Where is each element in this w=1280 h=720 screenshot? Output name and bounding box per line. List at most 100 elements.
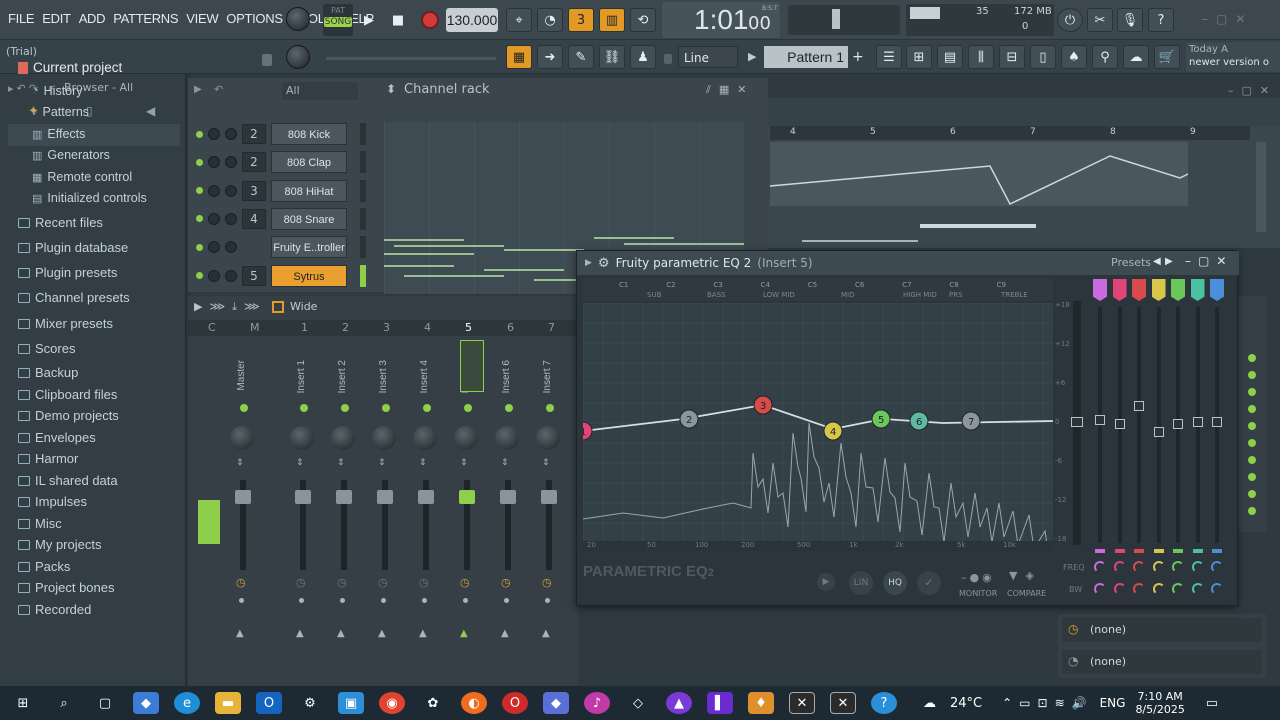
mixer-record-icon[interactable]: ◷ bbox=[378, 576, 388, 589]
mixer-strip-led[interactable] bbox=[546, 404, 554, 412]
channel-led[interactable] bbox=[196, 158, 203, 166]
mixer-pan-knob[interactable] bbox=[413, 426, 437, 450]
master-volume-knob[interactable] bbox=[286, 7, 310, 31]
edge-icon[interactable]: e bbox=[174, 692, 200, 714]
channel-volume-knob[interactable] bbox=[225, 241, 237, 254]
browser-item-plugin-database[interactable]: Plugin database bbox=[18, 240, 128, 255]
document-icon[interactable]: ▯ bbox=[1030, 45, 1056, 69]
eq-band-handle-2[interactable]: 2 bbox=[679, 409, 699, 429]
band-gain-slider-handle[interactable] bbox=[1173, 419, 1183, 429]
browser-item-recorded[interactable]: Recorded bbox=[18, 602, 91, 617]
menu-file[interactable]: FILE bbox=[4, 11, 38, 26]
firefox-icon[interactable]: ◐ bbox=[461, 692, 487, 714]
cut-icon[interactable]: ✂ bbox=[1087, 8, 1113, 32]
help-icon[interactable]: ? bbox=[1148, 8, 1174, 32]
channel-volume-knob[interactable] bbox=[225, 184, 237, 197]
fl-studio-icon[interactable]: ♦ bbox=[748, 692, 774, 714]
channel-select-indicator[interactable] bbox=[360, 236, 366, 259]
mixer-strip-led[interactable] bbox=[423, 404, 431, 412]
eq-band-handle-4[interactable]: 4 bbox=[823, 421, 843, 441]
mixer-strip[interactable]: Insert 3 ⇕ ◷ ▲ bbox=[366, 340, 404, 640]
automation-clip[interactable] bbox=[770, 142, 1250, 242]
mixer-strip[interactable]: Insert 4 ⇕ ◷ ▲ bbox=[407, 340, 445, 640]
input-language[interactable]: ENG bbox=[1100, 696, 1126, 710]
band-head-label[interactable]: C4 bbox=[761, 281, 770, 289]
channel-select-indicator[interactable] bbox=[360, 151, 366, 174]
browser-item-current-project[interactable]: Current project bbox=[18, 60, 122, 75]
insert-slot-led[interactable] bbox=[1248, 388, 1256, 396]
browser-item-generators[interactable]: ▥ Generators bbox=[32, 148, 110, 162]
rack-view-icons[interactable]: ⫽▦✕ bbox=[706, 83, 755, 97]
band-type-icon[interactable] bbox=[1171, 279, 1185, 301]
mixer-stereo-icon[interactable]: ⇕ bbox=[236, 458, 244, 468]
mixer-fader-cap[interactable] bbox=[418, 490, 434, 504]
mixer-pan-knob[interactable] bbox=[331, 426, 355, 450]
record-icon[interactable] bbox=[421, 11, 439, 29]
mixer-route-dot[interactable] bbox=[239, 598, 244, 603]
mixer-stereo-icon[interactable]: ⇕ bbox=[460, 458, 468, 468]
plugin-icon[interactable]: ♠ bbox=[1061, 45, 1087, 69]
mixer-strip-led[interactable] bbox=[505, 404, 513, 412]
band-head-label[interactable]: C9 bbox=[997, 281, 1006, 289]
channel-pan-knob[interactable] bbox=[208, 156, 220, 169]
copilot-icon[interactable]: ◆ bbox=[133, 692, 159, 714]
channel-rack-icon[interactable]: ▤ bbox=[937, 45, 963, 69]
channel-name-button[interactable]: Sytrus bbox=[271, 264, 347, 287]
mixer-pan-knob[interactable] bbox=[230, 426, 254, 450]
mixer-record-icon[interactable]: ◷ bbox=[460, 576, 470, 589]
channel-led[interactable] bbox=[196, 187, 203, 195]
band-type-icon[interactable] bbox=[1151, 279, 1166, 301]
browser-item-demo-projects[interactable]: Demo projects bbox=[18, 408, 119, 423]
app-icon-3[interactable]: ▌ bbox=[707, 692, 733, 714]
browser-item-mixer-presets[interactable]: Mixer presets bbox=[18, 316, 113, 331]
mixer-tool-icons[interactable]: ▶⋙⤓⋙ bbox=[194, 300, 267, 314]
metronome-icon[interactable]: ⌖ bbox=[506, 8, 532, 32]
band-bw-knob[interactable] bbox=[1191, 583, 1204, 595]
hq-button[interactable]: HQ bbox=[883, 571, 907, 595]
search-icon[interactable]: ⌕ bbox=[51, 692, 77, 714]
tray-icons[interactable]: ⌃▭⊡≋🔊 bbox=[1002, 696, 1093, 710]
rack-menu-icon[interactable]: ▶ bbox=[194, 84, 202, 95]
channel-rack-move-icon[interactable]: ⬍ bbox=[386, 82, 396, 96]
cart-icon[interactable]: 🛒 bbox=[1154, 45, 1180, 69]
wait-input-icon[interactable]: ◔ bbox=[537, 8, 563, 32]
link-icon[interactable]: ⛓ bbox=[599, 45, 625, 69]
channel-mixer-track[interactable]: 2 bbox=[242, 152, 266, 173]
mixer-fader-cap[interactable] bbox=[459, 490, 475, 504]
channel-pan-knob[interactable] bbox=[208, 269, 220, 282]
band-freq-knob[interactable] bbox=[1191, 561, 1204, 573]
band-freq-knob[interactable] bbox=[1133, 561, 1145, 573]
countdown-icon[interactable]: 3 bbox=[568, 8, 594, 32]
channel-row[interactable]: 5 Sytrus bbox=[196, 264, 366, 288]
master-pitch-slider[interactable] bbox=[788, 5, 900, 35]
channel-pan-knob[interactable] bbox=[208, 128, 220, 140]
band-type-icon[interactable] bbox=[1132, 279, 1146, 301]
help-app-icon[interactable]: ? bbox=[871, 692, 897, 714]
browser-item-channel-presets[interactable]: Channel presets bbox=[18, 290, 130, 305]
mixer-view-label[interactable]: Wide bbox=[290, 300, 317, 313]
band-bw-knob[interactable] bbox=[1211, 583, 1223, 595]
chrome-icon[interactable]: ◉ bbox=[379, 692, 405, 714]
rack-filter-select[interactable]: All bbox=[282, 82, 358, 100]
mixer-route-dot[interactable] bbox=[381, 598, 386, 603]
lock-icon[interactable] bbox=[262, 54, 272, 66]
menu-view[interactable]: VIEW bbox=[182, 11, 222, 26]
song-position-slider[interactable] bbox=[326, 57, 496, 60]
app-icon-5[interactable]: ✕ bbox=[830, 692, 856, 714]
channel-pan-knob[interactable] bbox=[208, 184, 220, 197]
preset-prev-icon[interactable]: ◀ bbox=[1153, 256, 1161, 267]
mixer-pan-knob[interactable] bbox=[536, 426, 560, 450]
cloud-icon[interactable]: ☁ bbox=[1123, 45, 1149, 69]
music-icon[interactable]: ♪ bbox=[584, 692, 610, 714]
channel-row[interactable]: Fruity E..troller bbox=[196, 235, 366, 259]
mixer-strip[interactable]: Insert 1 ⇕ ◷ ▲ bbox=[284, 340, 322, 640]
lin-button[interactable]: LIN bbox=[849, 571, 873, 595]
app-icon-1[interactable]: ✿ bbox=[420, 692, 446, 714]
mixer-strip[interactable]: Insert 2 ⇕ ◷ ▲ bbox=[325, 340, 363, 640]
browser-item-packs[interactable]: Packs bbox=[18, 559, 70, 574]
band-bw-knob[interactable] bbox=[1133, 583, 1145, 595]
browser-item-il-shared-data[interactable]: IL shared data bbox=[18, 473, 118, 488]
windows-start-icon[interactable]: ⊞ bbox=[10, 692, 36, 714]
outlook-icon[interactable]: O bbox=[256, 692, 282, 714]
browser-item-effects[interactable]: ▥ Effects bbox=[32, 127, 85, 141]
